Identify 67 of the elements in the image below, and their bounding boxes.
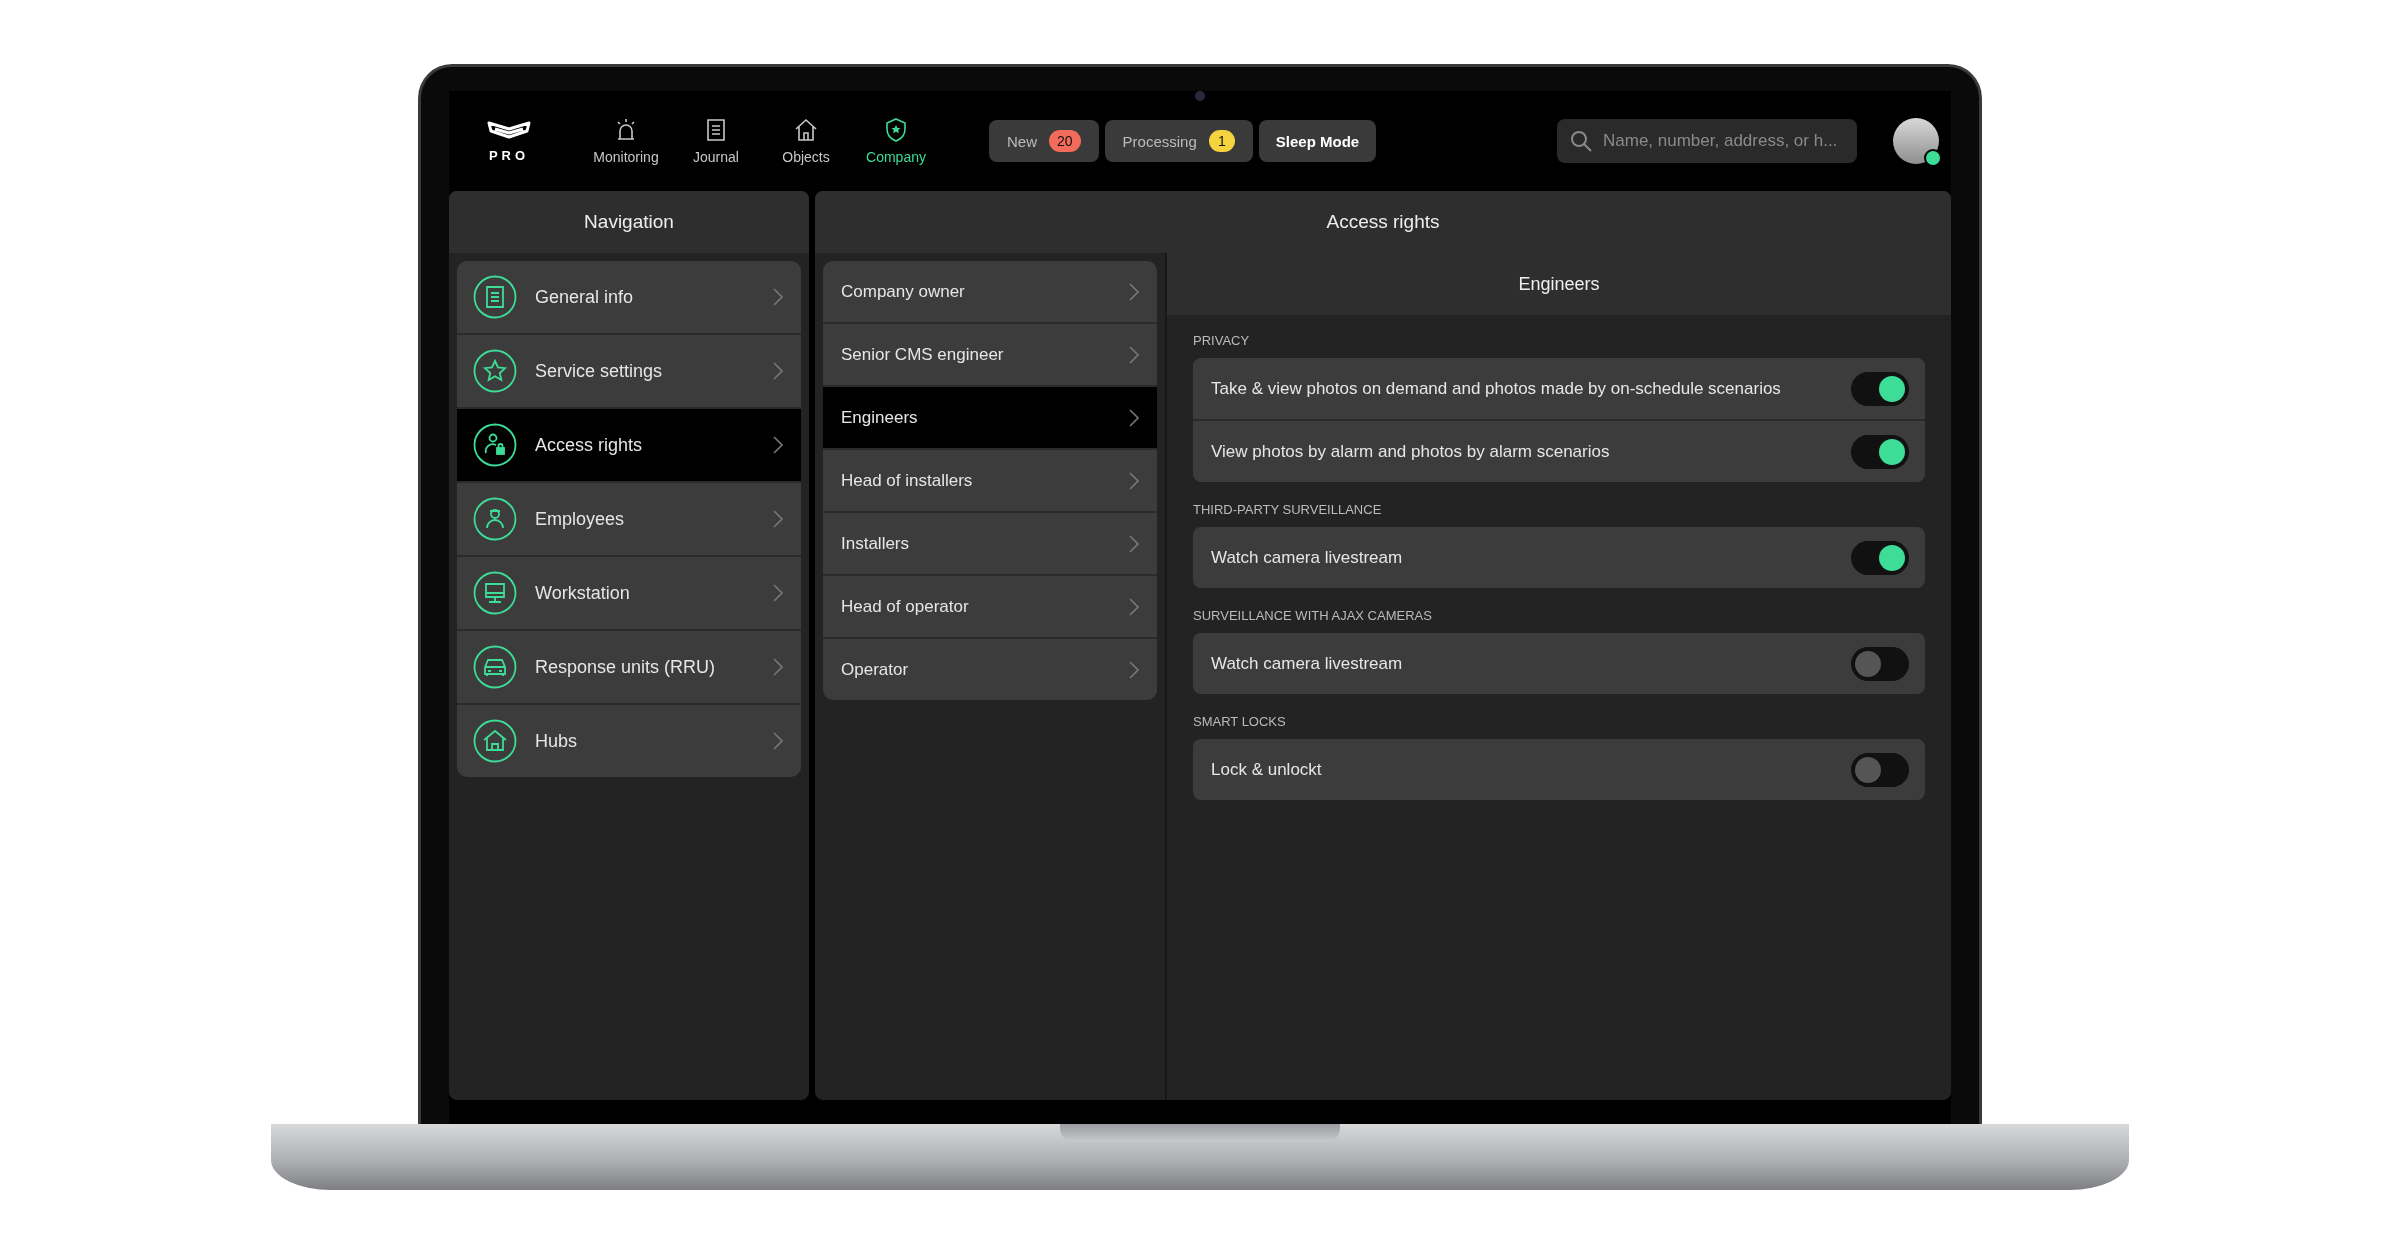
permission-label: Watch camera livestream	[1211, 547, 1403, 568]
navigation-item[interactable]: Workstation	[457, 557, 801, 629]
user-icon	[473, 497, 517, 541]
section-heading: SURVEILLANCE WITH AJAX CAMERAS	[1193, 608, 1433, 623]
chevron-icon	[773, 436, 783, 454]
logo-text: PRO	[488, 147, 530, 163]
section-heading: PRIVACY	[1193, 333, 1251, 348]
role-item[interactable]: Head of operator	[823, 576, 1157, 637]
permission-label: Take & view photos on demand and photos made by on-schedule scenarios	[1211, 378, 1781, 399]
toggle-switch[interactable]	[1851, 752, 1909, 787]
nav-tab[interactable]: Objects	[761, 113, 851, 169]
navigation-item[interactable]: Access rights	[457, 409, 801, 481]
house-icon	[793, 117, 819, 143]
navigation-item[interactable]: Response units (RRU)	[457, 631, 801, 703]
nav-tab[interactable]: Company	[851, 113, 941, 169]
status-chip[interactable]: Processing 1	[1104, 120, 1253, 162]
chevron-icon	[1129, 282, 1139, 301]
count-badge: 1	[1208, 130, 1235, 152]
panel-title: Access rights	[815, 191, 1951, 253]
chevron-icon	[1129, 345, 1139, 364]
chevron-icon	[1129, 660, 1139, 679]
user-lock-icon	[473, 423, 517, 467]
chevron-icon	[773, 288, 783, 306]
shield-icon	[883, 117, 909, 143]
nav-tab[interactable]: Journal	[671, 113, 761, 169]
section-heading: THIRD-PARTY SURVEILLANCE	[1193, 502, 1383, 517]
count-badge: 20	[1049, 130, 1081, 152]
chevron-icon	[773, 732, 783, 750]
permission-label: View photos by alarm and photos by alarm scenarios	[1211, 441, 1610, 462]
navigation-item[interactable]: Hubs	[457, 705, 801, 777]
chevron-icon	[1129, 597, 1139, 616]
document-icon	[473, 275, 517, 319]
status-chip[interactable]: Sleep Mode	[1258, 120, 1377, 162]
chevron-icon	[1129, 471, 1139, 490]
avatar[interactable]	[1893, 118, 1939, 164]
navigation-item[interactable]: Service settings	[457, 335, 801, 407]
navigation-item[interactable]: General info	[457, 261, 801, 333]
permission-label: Watch camera livestream	[1211, 653, 1403, 674]
section-heading: SMART LOCKS	[1193, 714, 1287, 729]
toggle-switch[interactable]	[1851, 646, 1909, 681]
status-chip[interactable]: New 20	[989, 120, 1099, 162]
role-item[interactable]: Installers	[823, 513, 1157, 574]
chevron-icon	[773, 658, 783, 676]
nav-tab[interactable]: Monitoring	[581, 113, 671, 169]
monitor-icon	[473, 571, 517, 615]
toggle-switch[interactable]	[1851, 371, 1909, 406]
chevron-icon	[773, 510, 783, 528]
role-item[interactable]: Head of installers	[823, 450, 1157, 511]
permission-label: Lock & unlockt	[1211, 759, 1322, 780]
chevron-icon	[1129, 534, 1139, 553]
search-field[interactable]: Name, number, address, or h...	[1557, 119, 1857, 163]
role-item[interactable]: Company owner	[823, 261, 1157, 322]
role-item[interactable]: Engineers	[823, 387, 1157, 448]
house-icon	[473, 719, 517, 763]
detail-title: Engineers	[1167, 253, 1951, 315]
chevron-icon	[773, 362, 783, 380]
role-item[interactable]: Operator	[823, 639, 1157, 700]
logo-icon	[487, 119, 531, 140]
role-item[interactable]: Senior CMS engineer	[823, 324, 1157, 385]
search-icon	[1569, 129, 1593, 153]
chevron-icon	[1129, 408, 1139, 427]
toggle-switch[interactable]	[1851, 540, 1909, 575]
chevron-icon	[773, 584, 783, 602]
car-icon	[473, 645, 517, 689]
navigation-item[interactable]: Employees	[457, 483, 801, 555]
toggle-switch[interactable]	[1851, 434, 1909, 469]
panel-title: Navigation	[449, 191, 809, 253]
